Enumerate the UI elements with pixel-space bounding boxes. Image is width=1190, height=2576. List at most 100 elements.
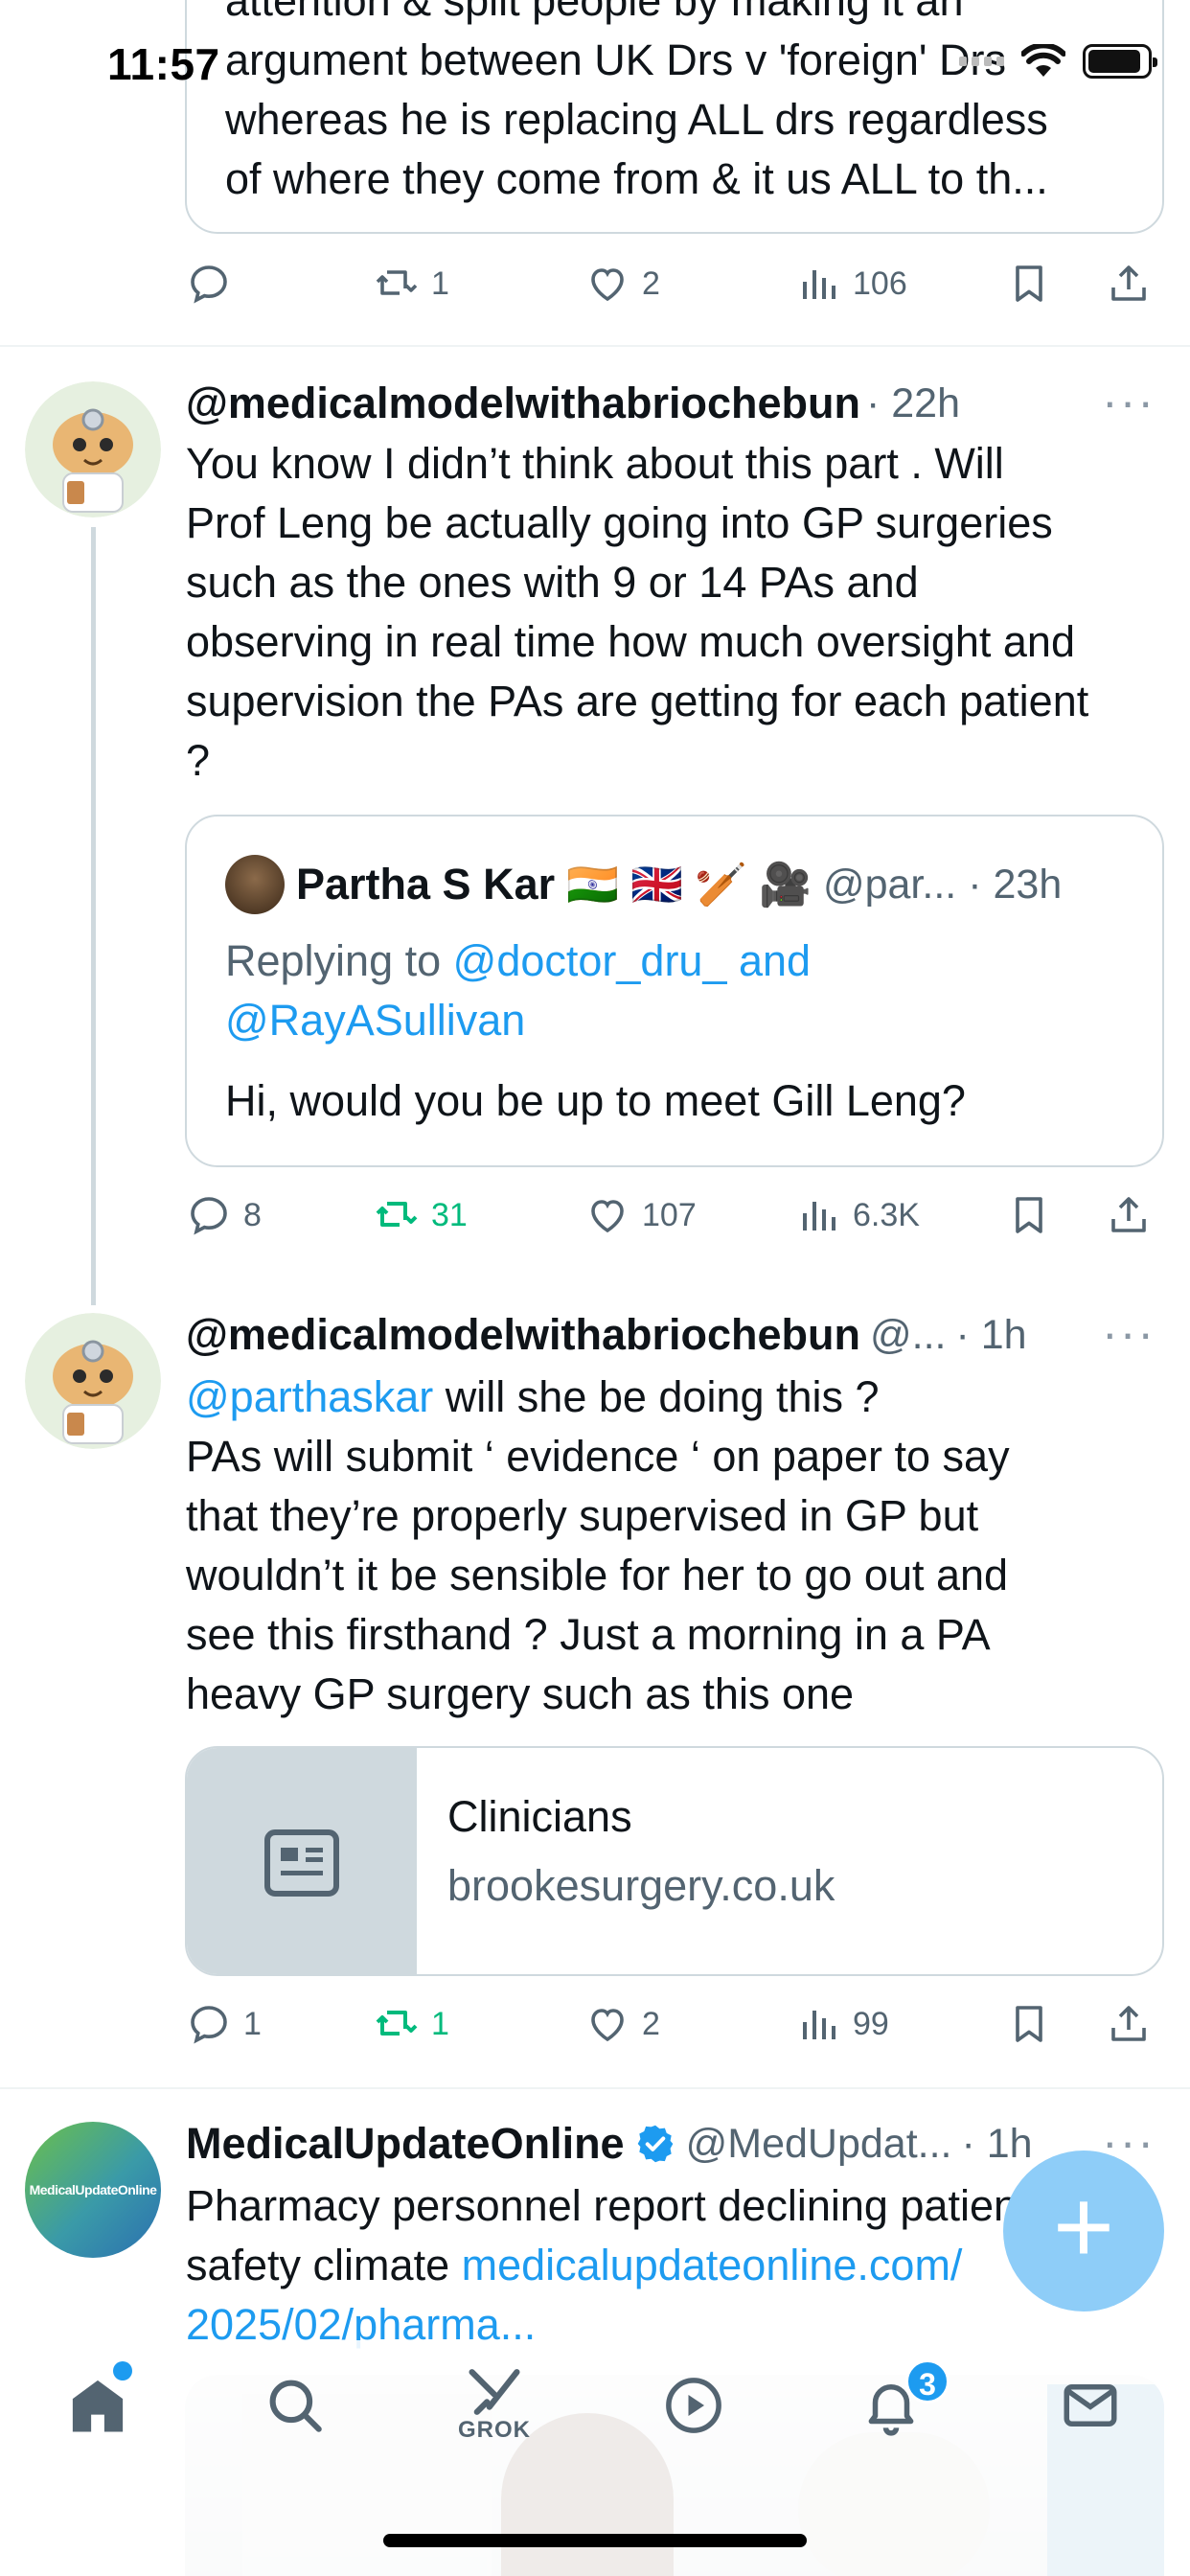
thread-line <box>91 527 96 1305</box>
article-icon <box>264 1829 339 1897</box>
replying-to-label: Replying to <box>225 936 453 985</box>
avatar-logo-text: MedicalUpdateOnline <box>29 2182 157 2197</box>
avatar[interactable]: MedicalUpdateOnline <box>25 2122 161 2258</box>
quoted-post-card[interactable]: Partha S Kar 🇮🇳 🇬🇧 🏏 🎥 @par... · 23h Rep… <box>185 815 1164 1167</box>
quoted-avatar <box>225 855 285 914</box>
views-button[interactable]: 106 <box>795 261 1006 307</box>
heart-icon <box>591 268 624 302</box>
share-button[interactable] <box>1106 1192 1163 1238</box>
like-button[interactable]: 107 <box>584 1192 795 1238</box>
author-handle-secondary: @... <box>869 1311 947 1358</box>
repost-button[interactable]: 31 <box>374 1192 584 1238</box>
quote-line: whereas he is replacing ALL drs regardle… <box>225 95 1048 144</box>
notification-badge: 3 <box>905 2359 950 2404</box>
post-actions: 1 1 2 99 <box>186 1995 1163 2053</box>
bookmark-icon <box>1016 1197 1042 1233</box>
reply-button[interactable] <box>186 261 374 307</box>
compose-button[interactable]: + <box>1003 2150 1164 2312</box>
heart-icon <box>591 2009 624 2042</box>
link-thumbnail <box>187 1748 417 1974</box>
reply-icon <box>191 1197 227 1235</box>
search-icon <box>269 2380 322 2432</box>
author-handle[interactable]: @medicalmodelwithabriochebun <box>186 379 860 428</box>
author-name[interactable]: MedicalUpdateOnline <box>186 2119 625 2169</box>
bookmark-button[interactable] <box>1006 2001 1106 2047</box>
post-actions: 8 31 107 6.3K <box>186 1186 1163 1244</box>
quoted-post-time: · 23h <box>968 861 1063 908</box>
wifi-icon <box>1021 44 1065 77</box>
quoted-author-flags: 🇮🇳 🇬🇧 🏏 🎥 <box>566 862 812 908</box>
like-button[interactable]: 2 <box>584 2001 795 2047</box>
avatar[interactable] <box>25 381 161 518</box>
quoted-author-name: Partha S Kar <box>296 860 556 908</box>
quote-line: of where they come from & it us ALL to t… <box>225 154 1048 203</box>
grok-tab[interactable]: GROK <box>456 2367 533 2444</box>
post-text: You know I didn’t think about this part … <box>186 439 1089 785</box>
quoted-post-text: Hi, would you be up to meet Gill Leng? <box>225 1076 966 1125</box>
quote-line: attention & split people by making it an <box>225 0 964 25</box>
bookmark-icon <box>1016 2006 1042 2042</box>
like-button[interactable]: 2 <box>584 261 795 307</box>
views-icon <box>803 270 835 299</box>
mail-icon <box>1064 2384 1117 2426</box>
share-icon <box>1111 2006 1146 2041</box>
video-tab[interactable] <box>655 2367 732 2444</box>
home-unread-dot <box>113 2361 132 2380</box>
link-title: Clinicians <box>447 1792 632 1841</box>
repost-button[interactable]: 1 <box>374 2001 584 2047</box>
article-link[interactable]: medicalupdateonline.com/ <box>462 2241 963 2289</box>
share-icon <box>1111 265 1146 301</box>
verified-badge-icon <box>637 2125 673 2163</box>
repost-icon <box>376 1202 418 1227</box>
status-icons <box>959 42 1157 80</box>
reply-icon <box>191 2006 227 2044</box>
quoted-author-handle: @par... <box>822 861 957 908</box>
bookmark-button[interactable] <box>1006 1192 1106 1238</box>
repost-icon <box>376 270 418 295</box>
post-time: · 1h <box>961 2120 1033 2167</box>
author-handle: @MedUpdat... <box>685 2120 952 2167</box>
mention-link[interactable]: @doctor_dru_ and <box>453 936 811 985</box>
bookmark-icon <box>1016 265 1042 302</box>
bookmark-button[interactable] <box>1006 261 1106 307</box>
reply-icon <box>191 265 227 304</box>
mention-link[interactable]: @RayASullivan <box>225 996 525 1045</box>
signal-icon <box>959 57 1004 66</box>
link-domain: brookesurgery.co.uk <box>447 1861 835 1910</box>
post-time: · 1h <box>955 1311 1027 1358</box>
mention-link[interactable]: @parthaskar <box>186 1372 433 1421</box>
reply-button[interactable]: 1 <box>186 2001 374 2047</box>
grok-label: GROK <box>458 2417 531 2443</box>
repost-button[interactable]: 1 <box>374 261 584 307</box>
home-indicator <box>383 2534 807 2547</box>
share-icon <box>1111 1197 1146 1232</box>
reply-button[interactable]: 8 <box>186 1192 374 1238</box>
views-button[interactable]: 6.3K <box>795 1192 1006 1238</box>
post-text: @parthaskar will she be doing this ? PAs… <box>186 1372 1010 1718</box>
battery-icon <box>1083 44 1157 79</box>
author-handle[interactable]: @medicalmodelwithabriochebun <box>186 1310 860 1360</box>
post-divider <box>0 2087 1190 2089</box>
post-divider <box>0 345 1190 347</box>
search-tab[interactable] <box>257 2367 333 2444</box>
home-icon <box>72 2380 124 2432</box>
play-icon <box>666 2378 721 2433</box>
repost-icon <box>376 2011 418 2036</box>
views-icon <box>803 1202 835 1230</box>
avatar[interactable] <box>25 1313 161 1449</box>
post-actions: 1 2 106 <box>186 255 1163 312</box>
heart-icon <box>591 1200 624 1233</box>
link-preview-card[interactable]: Clinicians brookesurgery.co.uk <box>185 1746 1164 1976</box>
share-button[interactable] <box>1106 2001 1163 2047</box>
doctor-avatar-icon <box>25 1313 161 1449</box>
more-options-icon[interactable]: ··· <box>1102 1305 1156 1361</box>
quoted-post-card[interactable]: attention & split people by making it an… <box>185 0 1164 234</box>
status-time: 11:57 <box>107 39 220 89</box>
share-button[interactable] <box>1106 261 1163 307</box>
more-options-icon[interactable]: ··· <box>1102 374 1156 429</box>
post-time: · 22h <box>865 380 960 426</box>
views-button[interactable]: 99 <box>795 2001 1006 2047</box>
doctor-avatar-icon <box>25 381 161 518</box>
views-icon <box>803 2011 835 2039</box>
messages-tab[interactable] <box>1052 2367 1129 2444</box>
